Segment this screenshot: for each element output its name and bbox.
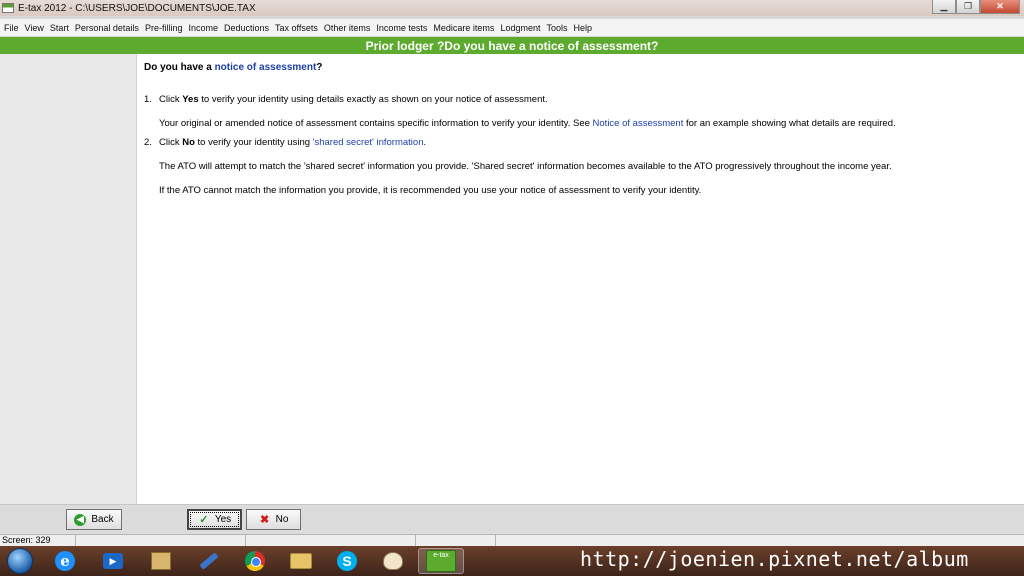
- window-controls: ▁ ❐ ✕: [932, 0, 1020, 14]
- item2-note2: If the ATO cannot match the information …: [159, 185, 702, 196]
- cross-icon: ✖: [259, 514, 270, 526]
- menu-lodgment[interactable]: Lodgment: [500, 23, 540, 33]
- button-bar: ◀ Back ✓ Yes ✖ No: [0, 504, 1024, 534]
- item2-no-word: No: [182, 137, 195, 148]
- skype-icon: S: [337, 551, 357, 571]
- item1-number: 1.: [144, 94, 152, 105]
- status-bar: Screen: 329: [0, 534, 1024, 546]
- menu-bar: File View Start Personal details Pre-fil…: [0, 19, 1024, 36]
- status-cell-3: [246, 535, 416, 546]
- paint-palette-icon: [383, 552, 403, 570]
- folder-icon: [290, 553, 312, 569]
- item1-yes-word: Yes: [182, 94, 199, 105]
- question-suffix: ?: [316, 62, 323, 73]
- file-cabinet-icon: [151, 552, 171, 570]
- menu-other-items[interactable]: Other items: [324, 23, 371, 33]
- taskbar-media-player[interactable]: ▶: [90, 548, 136, 574]
- etax-app-icon: [2, 3, 14, 13]
- taskbar-chrome[interactable]: [232, 548, 278, 574]
- menu-deductions[interactable]: Deductions: [224, 23, 269, 33]
- menu-tax-offsets[interactable]: Tax offsets: [275, 23, 318, 33]
- item1-note-pre: Your original or amended notice of asses…: [159, 118, 593, 129]
- taskbar-explorer[interactable]: [278, 548, 324, 574]
- item1-note: Your original or amended notice of asses…: [159, 118, 896, 129]
- content-area: Do you have a notice of assessment? 1. C…: [137, 54, 1024, 504]
- menu-tools[interactable]: Tools: [546, 23, 567, 33]
- item2-text: Click No to verify your identity using '…: [159, 137, 426, 148]
- menu-pre-filling[interactable]: Pre-filling: [145, 23, 183, 33]
- watermark-url: http://joenien.pixnet.net/album: [580, 547, 969, 571]
- status-cell-4: [416, 535, 496, 546]
- taskbar-skype[interactable]: S: [324, 548, 370, 574]
- back-arrow-icon: ◀: [74, 513, 87, 526]
- menu-income[interactable]: Income: [188, 23, 218, 33]
- question-prefix: Do you have a: [144, 62, 215, 73]
- item1-pre: Click: [159, 94, 183, 105]
- menu-income-tests[interactable]: Income tests: [376, 23, 427, 33]
- taskbar-paint[interactable]: [370, 548, 416, 574]
- minimize-button[interactable]: ▁: [932, 0, 956, 14]
- internet-explorer-icon: e: [55, 551, 75, 571]
- back-button[interactable]: ◀ Back: [66, 509, 122, 530]
- item1-note-post: for an example showing what details are …: [683, 118, 896, 129]
- etax-icon: e-tax: [426, 550, 456, 572]
- menu-file[interactable]: File: [4, 23, 19, 33]
- menu-personal-details[interactable]: Personal details: [75, 23, 139, 33]
- menu-help[interactable]: Help: [573, 23, 592, 33]
- no-button-label: No: [275, 514, 289, 525]
- taskbar-etax[interactable]: e-tax: [418, 548, 464, 574]
- item1-text: Click Yes to verify your identity using …: [159, 94, 548, 105]
- start-button[interactable]: [0, 548, 40, 574]
- checkmark-icon: ✓: [199, 514, 209, 526]
- item2-mid: to verify your identity using: [194, 137, 313, 148]
- status-cell-2: [76, 535, 246, 546]
- taskbar-internet-explorer[interactable]: e: [42, 548, 88, 574]
- yes-button[interactable]: ✓ Yes: [187, 509, 242, 530]
- back-button-label: Back: [91, 514, 114, 525]
- item2-post: .: [423, 137, 427, 148]
- left-panel: [0, 54, 137, 504]
- pen-icon: [199, 552, 219, 570]
- chrome-icon: [245, 551, 265, 571]
- yes-button-label: Yes: [214, 514, 232, 525]
- notice-of-assessment-link[interactable]: notice of assessment: [215, 62, 317, 73]
- item1-post: to verify your identity using details ex…: [198, 94, 548, 105]
- question-heading: Do you have a notice of assessment?: [144, 62, 322, 73]
- taskbar-file-cabinet[interactable]: [138, 548, 184, 574]
- taskbar-pen-app[interactable]: [186, 548, 232, 574]
- notice-of-assessment-example-link[interactable]: Notice of assessment: [593, 118, 684, 129]
- maximize-button[interactable]: ❐: [956, 0, 980, 14]
- no-button[interactable]: ✖ No: [246, 509, 301, 530]
- title-bar: E-tax 2012 - C:\USERS\JOE\DOCUMENTS\JOE.…: [0, 0, 1024, 16]
- item2-number: 2.: [144, 137, 152, 148]
- window-title: E-tax 2012 - C:\USERS\JOE\DOCUMENTS\JOE.…: [18, 2, 256, 14]
- media-player-icon: ▶: [103, 553, 123, 569]
- item2-pre: Click: [159, 137, 183, 148]
- close-button[interactable]: ✕: [980, 0, 1020, 14]
- page-header: Prior lodger ?Do you have a notice of as…: [0, 37, 1024, 54]
- menu-view[interactable]: View: [25, 23, 44, 33]
- item2-note1: The ATO will attempt to match the 'share…: [159, 161, 892, 172]
- shared-secret-link[interactable]: 'shared secret' information: [313, 137, 424, 148]
- windows-start-icon: [7, 548, 33, 574]
- page-title: Prior lodger ?Do you have a notice of as…: [365, 38, 659, 53]
- screen-number: Screen: 329: [0, 535, 76, 546]
- menu-start[interactable]: Start: [50, 23, 69, 33]
- menu-medicare-items[interactable]: Medicare items: [433, 23, 494, 33]
